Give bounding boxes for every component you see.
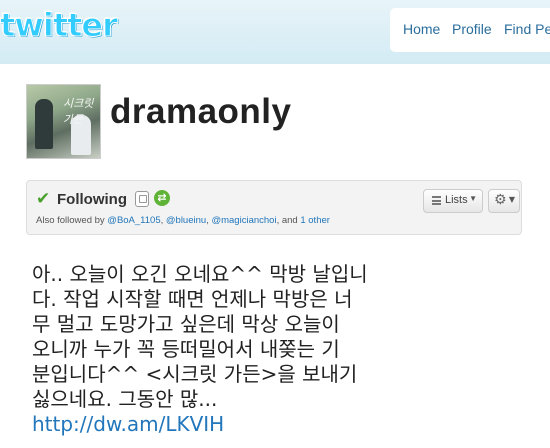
tweet-line: 아.. 오늘이 오긴 오네요^^ 막방 날입니 (32, 262, 368, 286)
also-followed-by: Also followed by @BoA_1105, @blueinu, @m… (36, 215, 330, 226)
chevron-down-icon: ▼ (469, 194, 477, 203)
follower-link[interactable]: @BoA_1105 (107, 215, 160, 226)
tweet-link[interactable]: http://dw.am/LKVIH (32, 412, 502, 437)
follower-link[interactable]: @blueinu (166, 215, 206, 226)
avatar-text: 시크릿가든 (63, 97, 94, 126)
follower-link[interactable]: @magicianchoi (211, 215, 276, 226)
nav-profile-link[interactable]: Profile (452, 21, 492, 37)
top-nav: Home Profile Find Pe (390, 8, 550, 52)
tweet-body: 아.. 오늘이 오긴 오네요^^ 막방 날입니 다. 작업 시작할 때면 언제나… (32, 262, 502, 437)
other-followers-link[interactable]: 1 other (300, 215, 330, 226)
lists-label: Lists (445, 194, 468, 206)
nav-find-people-link[interactable]: Find Pe (504, 21, 550, 37)
actions-button[interactable]: ⚙ ▼ (488, 189, 520, 213)
profile-username: dramaonly (110, 92, 292, 131)
lists-button[interactable]: Lists ▼ (423, 189, 483, 213)
chevron-down-icon: ▼ (508, 195, 515, 204)
gear-icon: ⚙ (494, 192, 507, 208)
tweet-line: 분입니다^^ <시크릿 가든>을 보내기 (32, 362, 358, 386)
list-icon (432, 196, 441, 205)
avatar[interactable]: 시크릿가든 (26, 84, 101, 159)
tweet-line: 다. 작업 시작할 때면 언제나 막방은 너 (32, 287, 353, 311)
following-box: ✔ Following ⇄ Also followed by @BoA_1105… (26, 180, 522, 235)
tweet-line: 싫으네요. 그동안 많... (32, 387, 218, 411)
tweet-line: 무 멀고 도망가고 싶은데 막상 오늘이 (32, 312, 340, 336)
check-icon: ✔ (36, 189, 51, 209)
retweet-toggle-icon[interactable]: ⇄ (154, 190, 170, 206)
following-status[interactable]: Following (57, 191, 127, 208)
nav-home-link[interactable]: Home (403, 21, 440, 37)
tweet-line: 오니까 누가 꼭 등떠밀어서 내쫒는 기 (32, 337, 340, 361)
device-updates-icon[interactable] (135, 191, 149, 207)
top-bar: twitter Home Profile Find Pe (0, 0, 550, 64)
twitter-logo[interactable]: twitter (0, 6, 118, 46)
